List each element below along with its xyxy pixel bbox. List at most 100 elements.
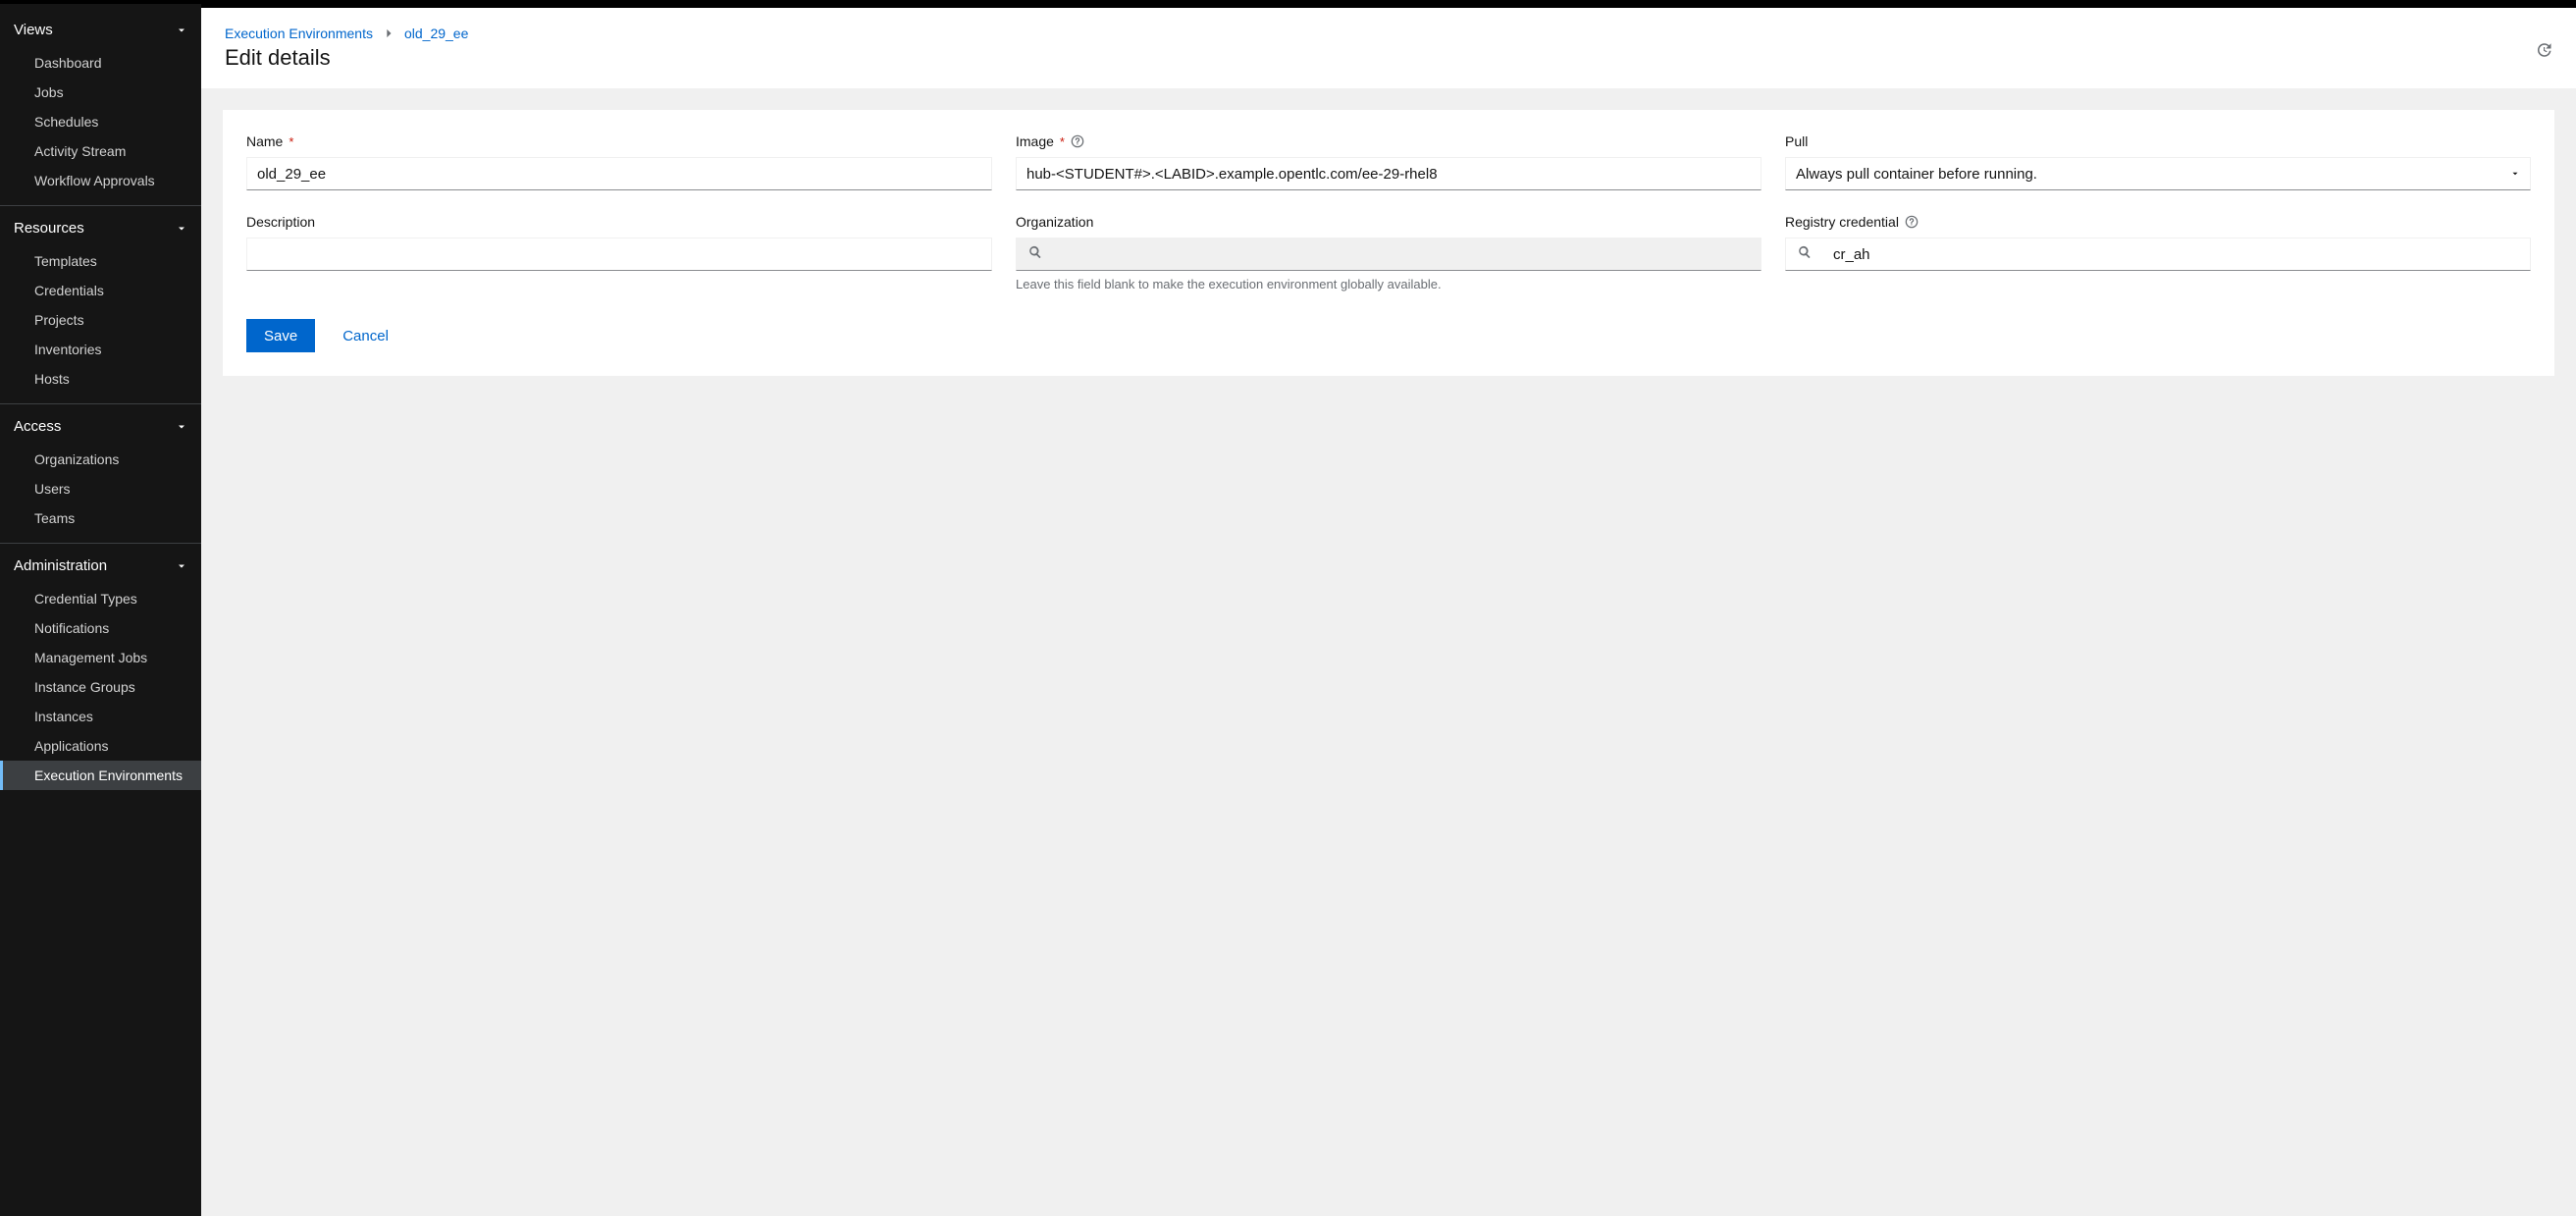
sidebar-item-label: Hosts — [34, 371, 70, 387]
field-pull: Pull Always pull container before runnin… — [1785, 133, 2531, 190]
search-icon — [1028, 245, 1042, 263]
nav-items-views: Dashboard Jobs Schedules Activity Stream… — [0, 48, 201, 201]
organization-lookup[interactable] — [1016, 238, 1761, 271]
sidebar-item-users[interactable]: Users — [0, 474, 201, 503]
nav-section-access[interactable]: Access — [0, 408, 201, 445]
required-star: * — [289, 134, 293, 149]
form-label-organization: Organization — [1016, 214, 1761, 230]
chevron-down-icon — [176, 25, 187, 36]
history-icon — [2535, 41, 2552, 63]
pull-select[interactable]: Always pull container before running. — [1785, 157, 2531, 190]
form-label-registry-credential: Registry credential — [1785, 214, 2531, 230]
nav-items-access: Organizations Users Teams — [0, 445, 201, 539]
organization-lookup-search-button[interactable] — [1017, 238, 1054, 270]
name-input[interactable] — [246, 157, 992, 190]
sidebar-item-templates[interactable]: Templates — [0, 246, 201, 276]
nav-separator — [0, 403, 201, 404]
sidebar-item-label: Execution Environments — [34, 767, 183, 783]
field-description: Description — [246, 214, 992, 271]
sidebar-item-activity-stream[interactable]: Activity Stream — [0, 136, 201, 166]
sidebar-item-label: Inventories — [34, 342, 101, 357]
sidebar-item-label: Management Jobs — [34, 650, 147, 665]
nav-separator — [0, 543, 201, 544]
sidebar-item-dashboard[interactable]: Dashboard — [0, 48, 201, 78]
save-button[interactable]: Save — [246, 319, 315, 352]
sidebar-item-inventories[interactable]: Inventories — [0, 335, 201, 364]
main-content: Execution Environments old_29_ee Edit de… — [201, 4, 2576, 1216]
edit-form-card: Name * Image * — [223, 110, 2554, 376]
nav-section-views[interactable]: Views — [0, 12, 201, 48]
chevron-down-icon — [176, 560, 187, 572]
registry-credential-lookup[interactable] — [1785, 238, 2531, 271]
sidebar-item-label: Schedules — [34, 114, 98, 130]
app-container: Views Dashboard Jobs Schedules Activity … — [0, 4, 2576, 1216]
sidebar-item-label: Notifications — [34, 620, 109, 636]
form-label-name: Name * — [246, 133, 992, 149]
sidebar-nav: Views Dashboard Jobs Schedules Activity … — [0, 4, 201, 1216]
nav-section-label: Views — [14, 22, 53, 38]
sidebar-item-projects[interactable]: Projects — [0, 305, 201, 335]
organization-input[interactable] — [1054, 238, 1761, 270]
nav-items-resources: Templates Credentials Projects Inventori… — [0, 246, 201, 399]
sidebar-item-label: Projects — [34, 312, 84, 328]
sidebar-item-label: Organizations — [34, 451, 119, 467]
label-text: Description — [246, 214, 315, 230]
sidebar-item-label: Dashboard — [34, 55, 102, 71]
sidebar-item-schedules[interactable]: Schedules — [0, 107, 201, 136]
sidebar-item-label: Instance Groups — [34, 679, 135, 695]
history-button[interactable] — [2531, 39, 2556, 65]
sidebar-item-label: Teams — [34, 510, 75, 526]
chevron-down-icon — [176, 223, 187, 235]
sidebar-item-credentials[interactable]: Credentials — [0, 276, 201, 305]
form-label-image: Image * — [1016, 133, 1761, 149]
label-text: Registry credential — [1785, 214, 1899, 230]
page-title: Edit details — [225, 45, 2552, 71]
label-text: Pull — [1785, 133, 1808, 149]
sidebar-item-label: Users — [34, 481, 71, 497]
breadcrumb: Execution Environments old_29_ee — [225, 26, 2552, 41]
select-value: Always pull container before running. — [1796, 166, 2037, 183]
sidebar-item-label: Instances — [34, 709, 93, 724]
label-text: Name — [246, 133, 283, 149]
page-header: Execution Environments old_29_ee Edit de… — [201, 8, 2576, 88]
description-input[interactable] — [246, 238, 992, 271]
breadcrumb-leaf[interactable]: old_29_ee — [404, 26, 468, 41]
breadcrumb-root[interactable]: Execution Environments — [225, 26, 373, 41]
registry-credential-lookup-search-button[interactable] — [1786, 238, 1823, 270]
sidebar-item-label: Workflow Approvals — [34, 173, 155, 188]
sidebar-item-instances[interactable]: Instances — [0, 702, 201, 731]
help-icon[interactable] — [1071, 134, 1084, 148]
sidebar-item-label: Templates — [34, 253, 97, 269]
nav-section-label: Resources — [14, 220, 84, 237]
sidebar-item-execution-environments[interactable]: Execution Environments — [0, 761, 201, 790]
sidebar-item-workflow-approvals[interactable]: Workflow Approvals — [0, 166, 201, 195]
sidebar-item-applications[interactable]: Applications — [0, 731, 201, 761]
sidebar-item-notifications[interactable]: Notifications — [0, 613, 201, 643]
help-icon[interactable] — [1905, 215, 1919, 229]
sidebar-item-management-jobs[interactable]: Management Jobs — [0, 643, 201, 672]
sidebar-item-label: Credential Types — [34, 591, 137, 607]
sidebar-item-jobs[interactable]: Jobs — [0, 78, 201, 107]
nav-items-administration: Credential Types Notifications Managemen… — [0, 584, 201, 796]
sidebar-item-hosts[interactable]: Hosts — [0, 364, 201, 394]
image-input[interactable] — [1016, 157, 1761, 190]
field-image: Image * — [1016, 133, 1761, 190]
sidebar-item-instance-groups[interactable]: Instance Groups — [0, 672, 201, 702]
nav-section-resources[interactable]: Resources — [0, 210, 201, 246]
cancel-button[interactable]: Cancel — [335, 328, 396, 344]
form-actions: Save Cancel — [246, 319, 2531, 352]
search-icon — [1798, 245, 1812, 263]
sidebar-item-teams[interactable]: Teams — [0, 503, 201, 533]
nav-separator — [0, 205, 201, 206]
form-label-pull: Pull — [1785, 133, 2531, 149]
chevron-down-icon — [176, 421, 187, 433]
sidebar-item-label: Credentials — [34, 283, 104, 298]
form-grid: Name * Image * — [246, 133, 2531, 291]
sidebar-item-organizations[interactable]: Organizations — [0, 445, 201, 474]
registry-credential-input[interactable] — [1823, 238, 2530, 270]
label-text: Organization — [1016, 214, 1093, 230]
field-name: Name * — [246, 133, 992, 190]
sidebar-item-credential-types[interactable]: Credential Types — [0, 584, 201, 613]
nav-section-administration[interactable]: Administration — [0, 548, 201, 584]
nav-section-label: Administration — [14, 557, 107, 574]
